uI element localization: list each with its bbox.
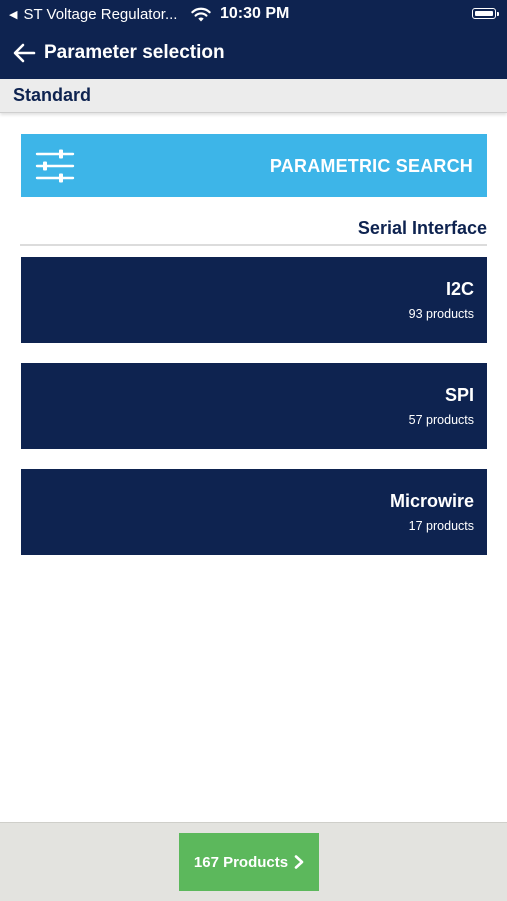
back-arrow-icon[interactable] — [12, 42, 36, 64]
parametric-search-button[interactable]: PARAMETRIC SEARCH — [21, 134, 487, 197]
divider — [20, 244, 487, 246]
sliders-icon — [35, 149, 75, 183]
option-product-count: 17 products — [408, 519, 474, 533]
parametric-search-label: PARAMETRIC SEARCH — [269, 156, 473, 176]
page-title: Parameter selection — [44, 42, 225, 63]
app-header: ◀ ST Voltage Regulator... 10:30 PM Param… — [0, 0, 507, 79]
group-title: Serial Interface — [357, 218, 487, 238]
products-count-label: 167 Products — [193, 853, 289, 871]
back-app-label: ST Voltage Regulator... — [23, 6, 178, 23]
section-header: Standard — [0, 79, 507, 113]
show-products-button[interactable]: 167 Products — [179, 833, 319, 891]
option-card-i2c[interactable]: I2C 93 products — [21, 257, 487, 343]
battery-icon — [472, 8, 499, 19]
status-time: 10:30 PM — [220, 5, 290, 22]
option-card-microwire[interactable]: Microwire 17 products — [21, 469, 487, 555]
nav-bar: Parameter selection — [0, 34, 507, 74]
section-label: Standard — [13, 85, 92, 105]
back-to-app-link[interactable]: ◀ ST Voltage Regulator... — [9, 6, 177, 23]
back-triangle-icon: ◀ — [9, 9, 18, 21]
option-name: I2C — [445, 279, 474, 299]
option-card-spi[interactable]: SPI 57 products — [21, 363, 487, 449]
option-product-count: 57 products — [408, 413, 474, 427]
option-product-count: 93 products — [408, 307, 474, 321]
option-name: SPI — [444, 385, 474, 405]
footer-bar: 167 Products — [0, 822, 507, 901]
wifi-icon — [191, 7, 211, 22]
chevron-right-icon — [294, 855, 304, 869]
option-name: Microwire — [389, 491, 474, 511]
status-bar: ◀ ST Voltage Regulator... 10:30 PM — [0, 0, 507, 28]
